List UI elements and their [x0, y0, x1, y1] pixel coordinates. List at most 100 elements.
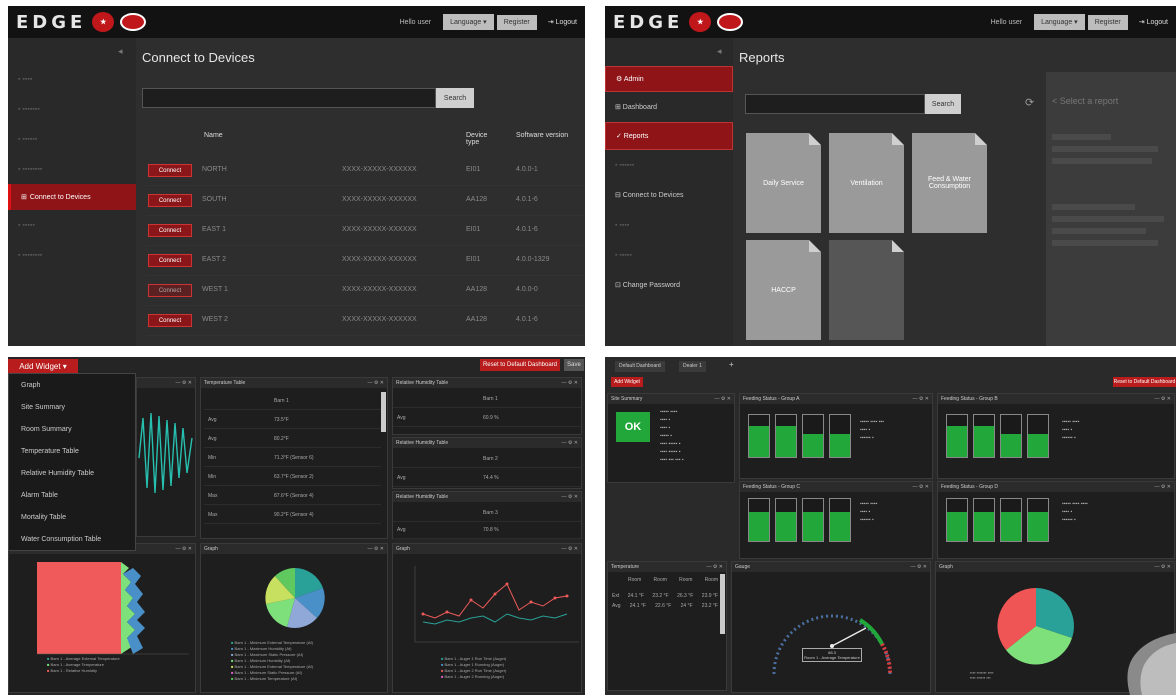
sidebar-item[interactable]: ▪ ▪▪▪▪▪▪ [605, 150, 733, 180]
report-tile-feed-water[interactable]: Feed & Water Consumption [912, 133, 987, 233]
sidebar-item-change-password[interactable]: ⊡ Change Password [605, 270, 733, 300]
connect-button[interactable]: Connect [148, 194, 192, 207]
panel-controls-icon[interactable]: — ⚙ ✕ [562, 546, 578, 552]
pie-chart [265, 568, 325, 628]
logout-link[interactable]: ⇥ Logout [548, 18, 577, 26]
sidebar-item-admin[interactable]: ⚙ Admin [605, 66, 733, 92]
feeding-status-panel: Feeding Status - Group D — ⚙ ✕ ▪▪▪▪▪ ▪▪▪▪… [937, 481, 1175, 559]
search-input[interactable] [745, 94, 925, 114]
panel-controls-icon[interactable]: — ⚙ ✕ [176, 380, 192, 386]
add-tab-button[interactable]: + [729, 360, 734, 369]
device-serial: XXXX-XXXXX-XXXXXX [342, 286, 417, 293]
sidebar-item-reports[interactable]: ✓ Reports [605, 122, 733, 150]
sidebar-item[interactable]: ▪ ▪▪▪▪ [605, 210, 733, 240]
panel-controls-icon[interactable]: — ⚙ ✕ [715, 396, 731, 402]
sidebar-item-connect[interactable]: ⊟ Connect to Devices [605, 180, 733, 210]
connect-button[interactable]: Connect [148, 254, 192, 267]
top-bar: EDGE ★ Hello user Language ▾ Register ⇥ … [8, 6, 585, 38]
add-widget-button[interactable]: Add Widget [611, 377, 643, 387]
connect-button[interactable]: Connect [148, 314, 192, 327]
edge-logo: EDGE [613, 11, 684, 33]
panel-controls-icon[interactable]: — ⚙ ✕ [707, 564, 723, 570]
oscillating-line-chart [138, 412, 193, 494]
panel-controls-icon[interactable]: — ⚙ ✕ [1155, 484, 1171, 490]
panel-controls-icon[interactable]: — ⚙ ✕ [368, 380, 384, 386]
device-serial: XXXX-XXXXX-XXXXXX [342, 316, 417, 323]
tab-default-dashboard[interactable]: Default Dashboard [615, 361, 665, 372]
collapse-icon[interactable]: ◂ [118, 46, 123, 57]
logout-link[interactable]: ⇥ Logout [1139, 18, 1168, 26]
search-button[interactable]: Search [925, 94, 961, 114]
menu-item-water-consumption-table[interactable]: Water Consumption Table [9, 528, 135, 550]
tab-dealer[interactable]: Dealer 1 [679, 361, 706, 372]
register-button[interactable]: Register [496, 14, 537, 30]
sidebar-item[interactable]: ▪ ▪▪▪▪▪ [605, 240, 733, 270]
report-tile-daily-service[interactable]: Daily Service [746, 133, 821, 233]
table-row: Ext 24.1 °F 23.2 °F 26.3 °F 23.9 °F [612, 593, 718, 599]
sidebar: ⚙ Admin ⊞ Dashboard ✓ Reports ▪ ▪▪▪▪▪▪ ⊟… [605, 38, 733, 346]
panel-controls-icon[interactable]: — ⚙ ✕ [913, 396, 929, 402]
save-button[interactable]: Save [564, 359, 584, 371]
device-type: AA128 [466, 286, 488, 293]
refresh-icon[interactable]: ⟳ [1025, 96, 1034, 109]
panel-controls-icon[interactable]: — ⚙ ✕ [176, 546, 192, 552]
star-brand-icon: ★ [689, 12, 712, 32]
connect-button[interactable]: Connect [148, 224, 192, 237]
panel-controls-icon[interactable]: — ⚙ ✕ [368, 546, 384, 552]
panel-controls-icon[interactable]: — ⚙ ✕ [1155, 396, 1171, 402]
register-button[interactable]: Register [1087, 14, 1128, 30]
language-button[interactable]: Language ▾ [1034, 14, 1085, 30]
temperature-header-row: Room Room Room Room [628, 577, 718, 583]
table-row: Max 90.2°F (Sensor 4) [204, 506, 381, 524]
scrollbar[interactable] [720, 574, 725, 634]
device-type: EI01 [466, 226, 481, 233]
line-legend: ■ Barn 1 - Auger 1 Run Time (Auger) ■ Ba… [441, 656, 507, 679]
panel-controls-icon[interactable]: — ⚙ ✕ [1155, 564, 1171, 570]
report-tile-haccp[interactable]: HACCP [746, 240, 821, 340]
language-button[interactable]: Language ▾ [443, 14, 494, 30]
scrollbar[interactable] [381, 392, 386, 432]
reset-dashboard-button[interactable]: Reset to Default Dashboard [1113, 377, 1176, 387]
panel-title: Relative Humidity Table [396, 380, 449, 386]
sidebar-item[interactable]: ▪ ▪▪▪▪▪▪▪ [8, 94, 136, 124]
reset-dashboard-button[interactable]: Reset to Default Dashboard [480, 359, 560, 371]
sidebar-item[interactable]: ▪ ▪▪▪▪▪▪▪▪ [8, 240, 136, 270]
select-report-label: < Select a report [1052, 96, 1119, 106]
feed-bin-bar [775, 414, 797, 458]
panel-controls-icon[interactable]: — ⚙ ✕ [562, 494, 578, 500]
sidebar-item[interactable]: ▪ ▪▪▪▪▪ [8, 210, 136, 240]
device-name: SOUTH [202, 196, 227, 203]
search-input[interactable] [142, 88, 436, 108]
humidity-table-panel: Relative Humidity Table — ⚙ ✕ Barn 3 Avg 7… [392, 491, 582, 539]
panel-controls-icon[interactable]: — ⚙ ✕ [913, 484, 929, 490]
sidebar: ▪ ▪▪▪▪ ▪ ▪▪▪▪▪▪▪ ▪ ▪▪▪▪▪▪ ▪ ▪▪▪▪▪▪▪▪ ⊞ C… [8, 38, 136, 346]
panel-controls-icon[interactable]: — ⚙ ✕ [562, 380, 578, 386]
search-button[interactable]: Search [436, 88, 474, 108]
collapse-icon[interactable]: ◂ [717, 46, 722, 57]
sidebar-item-dashboard[interactable]: ⊞ Dashboard [605, 92, 733, 122]
add-widget-button[interactable]: Add Widget ▾ [8, 359, 78, 373]
report-tile-ventilation[interactable]: Ventilation [829, 133, 904, 233]
table-row: Connect NORTH XXXX-XXXXX-XXXXXX EI01 4.0… [146, 156, 585, 186]
menu-item-site-summary[interactable]: Site Summary [9, 396, 135, 418]
device-serial: XXXX-XXXXX-XXXXXX [342, 196, 417, 203]
sidebar-item-connect-to-devices[interactable]: ⊞ Connect to Devices [8, 184, 136, 210]
table-row: Barn 1 [204, 392, 381, 410]
menu-item-temperature-table[interactable]: Temperature Table [9, 440, 135, 462]
table-row: Min 71.3°F (Sensor 6) [204, 449, 381, 467]
panel-controls-icon[interactable]: — ⚙ ✕ [562, 440, 578, 446]
connect-button[interactable]: Connect [148, 164, 192, 177]
panel-controls-icon[interactable]: — ⚙ ✕ [911, 564, 927, 570]
menu-item-alarm-table[interactable]: Alarm Table [9, 484, 135, 506]
column-header-device-type: Device type [466, 132, 488, 146]
menu-item-relative-humidity-table[interactable]: Relative Humidity Table [9, 462, 135, 484]
connect-button[interactable]: Connect [148, 284, 192, 297]
sidebar-item[interactable]: ▪ ▪▪▪▪ [8, 64, 136, 94]
sidebar-item[interactable]: ▪ ▪▪▪▪▪▪ [8, 124, 136, 154]
device-name: NORTH [202, 166, 227, 173]
menu-item-room-summary[interactable]: Room Summary [9, 418, 135, 440]
sidebar-item[interactable]: ▪ ▪▪▪▪▪▪▪▪ [8, 154, 136, 184]
menu-item-mortality-table[interactable]: Mortality Table [9, 506, 135, 528]
menu-item-graph[interactable]: Graph [9, 374, 135, 396]
report-tile-placeholder[interactable] [829, 240, 904, 340]
